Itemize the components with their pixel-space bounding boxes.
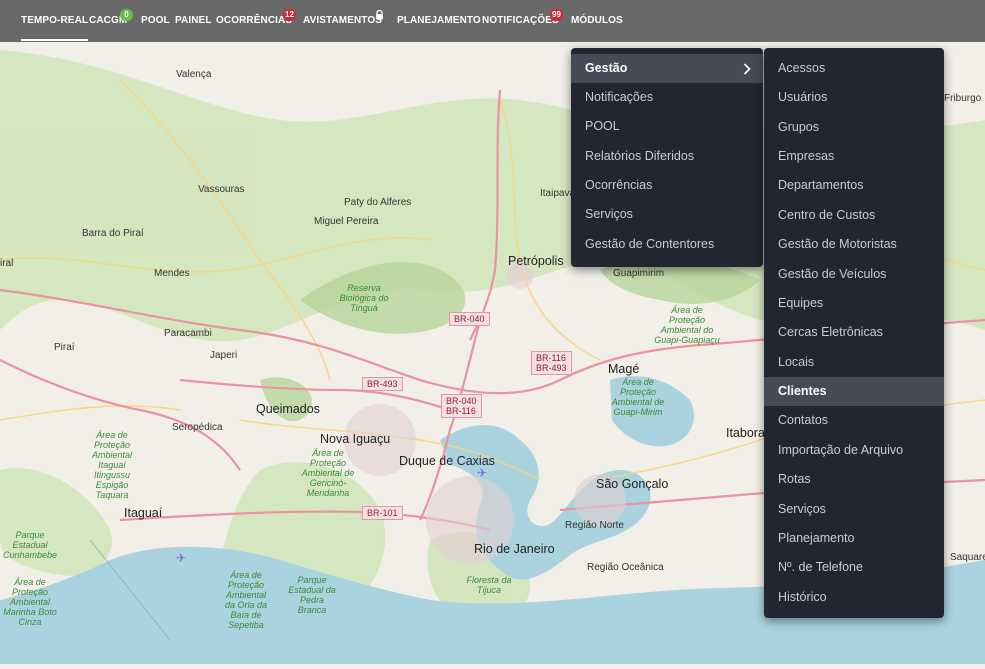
nav-planejamento[interactable]: PLANEJAMENTO [397, 15, 481, 26]
map-city-label: iral [0, 258, 14, 269]
menu-item-gestao[interactable]: Gestão [571, 54, 763, 83]
map-city-label: Seropédica [172, 422, 223, 433]
road-shield-double: BR-116 BR-493 [531, 351, 572, 375]
map-city-label: Rio de Janeiro [474, 542, 555, 556]
chevron-right-icon [743, 63, 751, 75]
nav-notificacoes[interactable]: NOTIFICAÇÕES 99 [482, 9, 563, 26]
nav-ocorrencias[interactable]: OCORRÊNCIAS 12 [216, 9, 296, 26]
submenu-item-importacao-de-arquivo[interactable]: Importação de Arquivo [764, 436, 944, 465]
map-city-label: Mendes [154, 268, 190, 279]
nav-cacgm[interactable]: CACGM 0 [89, 9, 133, 26]
submenu-item-usuarios[interactable]: Usuários [764, 83, 944, 112]
map-city-label: Guapimirim [613, 268, 665, 279]
road-shield: BR-040 [449, 312, 490, 326]
menu-item-ocorrencias[interactable]: Ocorrências [571, 171, 763, 200]
map-park-label: Área de Proteção Ambiental da Orla da Ba… [224, 570, 268, 630]
map-city-label: Magé [608, 362, 640, 376]
map-city-label: Petrópolis [508, 254, 564, 268]
road-shield: BR-493 [362, 377, 403, 391]
modules-dropdown: Gestão Notificações POOL Relatórios Dife… [571, 48, 763, 267]
nav-avistamentos[interactable]: AVISTAMENTOS [303, 10, 383, 26]
menu-item-pool[interactable]: POOL [571, 112, 763, 141]
submenu-item-centro-de-custos[interactable]: Centro de Custos [764, 201, 944, 230]
notification-badge: 12 [283, 9, 296, 21]
top-nav-bar: TEMPO-REAL CACGM 0 POOL PAINEL OCORRÊNCI… [0, 0, 985, 42]
nav-label: PAINEL [175, 15, 212, 26]
submenu-item-equipes[interactable]: Equipes [764, 289, 944, 318]
nav-label: TEMPO-REAL [21, 15, 89, 26]
map-park-label: Parque Estadual da Pedra Branca [288, 575, 336, 615]
submenu-item-numero-de-telefone[interactable]: Nº. de Telefone [764, 553, 944, 582]
submenu-item-departamentos[interactable]: Departamentos [764, 171, 944, 200]
nav-modulos[interactable]: MÓDULOS [571, 15, 623, 26]
map-city-label: Itaipava [540, 188, 576, 199]
submenu-item-contatos[interactable]: Contatos [764, 406, 944, 435]
map-city-label: Região Oceânica [587, 562, 664, 573]
menu-item-gestao-de-contentores[interactable]: Gestão de Contentores [571, 230, 763, 259]
submenu-item-servicos[interactable]: Serviços [764, 495, 944, 524]
submenu-item-rotas[interactable]: Rotas [764, 465, 944, 494]
map-city-label: Nova Iguaçu [320, 432, 391, 446]
submenu-item-acessos[interactable]: Acessos [764, 54, 944, 83]
map-park-label: Parque Estadual Cunhambebe [2, 530, 58, 560]
map-city-label: São Gonçalo [596, 477, 669, 491]
map-city-label: Japeri [210, 350, 238, 361]
airport-icon: ✈ [176, 551, 187, 565]
nav-label: MÓDULOS [571, 15, 623, 26]
map-park-label: Área de Proteção Ambiental de Gericinó-M… [301, 448, 355, 498]
submenu-item-locais[interactable]: Locais [764, 348, 944, 377]
road-shield: BR-101 [362, 506, 403, 520]
map-city-label: Itaboraí [726, 426, 769, 440]
map-city-label: Queimados [256, 402, 320, 416]
submenu-item-grupos[interactable]: Grupos [764, 113, 944, 142]
map-park-label: Reserva Biológica do Tinguá [339, 283, 389, 313]
submenu-item-cercas-eletronicas[interactable]: Cercas Eletrônicas [764, 318, 944, 347]
map-park-label: Área de Proteção Ambiental de Guapi-Miri… [611, 377, 665, 417]
map-park-label: Área de Proteção Ambiental Marinha Boto … [3, 577, 57, 627]
nav-label: POOL [141, 15, 170, 26]
lock-icon [376, 10, 383, 20]
nav-painel[interactable]: PAINEL [175, 15, 212, 26]
map-city-label: Friburgo [944, 93, 982, 104]
map-city-label: Vassouras [198, 184, 245, 195]
nav-pool[interactable]: POOL [141, 15, 170, 26]
notification-badge: 0 [120, 9, 133, 21]
map-city-label: Região Norte [565, 520, 624, 531]
submenu-item-empresas[interactable]: Empresas [764, 142, 944, 171]
map-park-label: Floresta da Tijuca [466, 575, 512, 595]
map-city-label: Paty do Alferes [344, 197, 412, 208]
menu-item-servicos[interactable]: Serviços [571, 200, 763, 229]
submenu-item-historico[interactable]: Histórico [764, 583, 944, 612]
map-city-label: Itaguaí [124, 506, 163, 520]
map-city-label: Saquarema [950, 552, 985, 563]
menu-item-notificacoes[interactable]: Notificações [571, 83, 763, 112]
menu-item-relatorios-diferidos[interactable]: Relatórios Diferidos [571, 142, 763, 171]
map-city-label: Piraí [54, 342, 75, 353]
airport-icon: ✈ [477, 466, 488, 480]
nav-label: AVISTAMENTOS [303, 15, 382, 26]
submenu-item-planejamento[interactable]: Planejamento [764, 524, 944, 553]
map-city-label: Barra do Piraí [82, 228, 144, 239]
road-shield-double: BR-040 BR-116 [441, 394, 482, 418]
submenu-item-gestao-de-veiculos[interactable]: Gestão de Veículos [764, 260, 944, 289]
map-park-label: Área de Proteção Ambiental Itaguaí Iting… [91, 430, 133, 500]
map-city-label: Valença [176, 69, 212, 80]
notification-badge: 99 [550, 9, 563, 21]
submenu-item-gestao-de-motoristas[interactable]: Gestão de Motoristas [764, 230, 944, 259]
gestao-submenu: Acessos Usuários Grupos Empresas Departa… [764, 48, 944, 618]
nav-label: PLANEJAMENTO [397, 15, 481, 26]
nav-label: NOTIFICAÇÕES [482, 15, 559, 26]
map-city-label: Miguel Pereira [314, 216, 379, 227]
submenu-item-clientes[interactable]: Clientes [764, 377, 944, 406]
map-park-label: Área de Proteção Ambiental do Guapi-Guap… [654, 305, 720, 345]
map-city-label: Paracambi [164, 328, 212, 339]
nav-label: OCORRÊNCIAS [216, 15, 293, 26]
nav-tempo-real[interactable]: TEMPO-REAL [21, 15, 89, 41]
